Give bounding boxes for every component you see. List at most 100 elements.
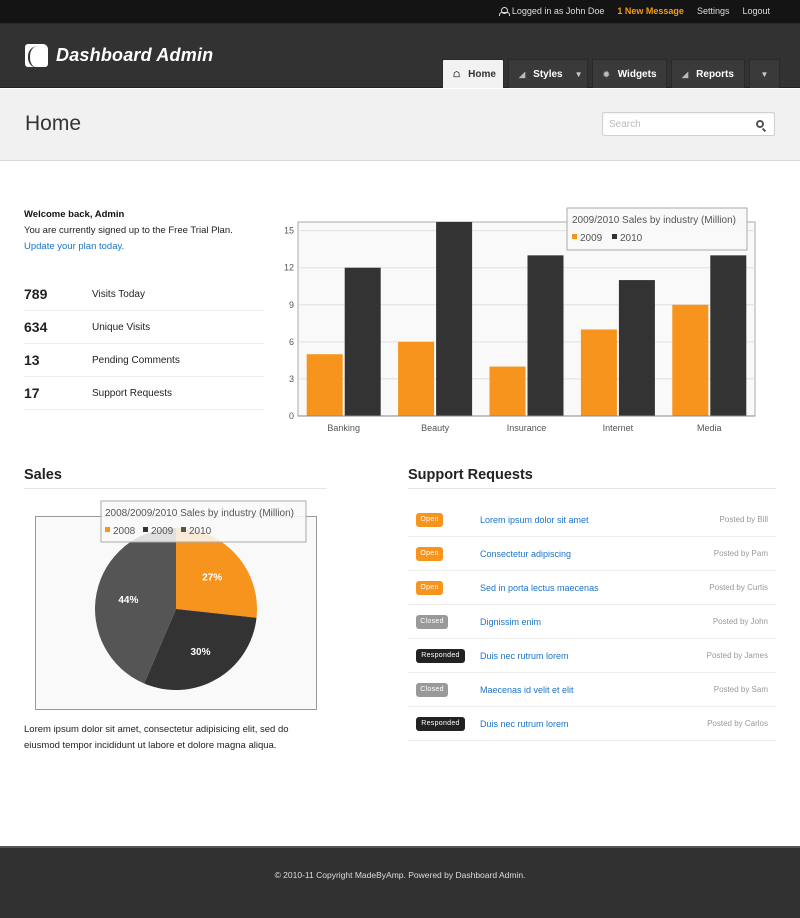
logged-in-status: Logged in as John Doe [498,6,605,16]
bar-2009-internet [580,329,617,416]
y-tick-label: 6 [289,337,294,347]
bar-2010-media [710,255,747,416]
stat-row: 13 Pending Comments [24,344,264,377]
logo[interactable]: Dashboard Admin [25,44,213,67]
request-link[interactable]: Lorem ipsum dolor sit amet [480,515,589,525]
posted-by: Posted by Curtis [709,583,768,592]
request-link[interactable]: Sed in porta lectus maecenas [480,583,599,593]
bar-2010-insurance [527,255,564,416]
plan-text: You are currently signed up to the Free … [24,225,233,236]
logo-icon [25,44,48,67]
welcome-title: Welcome back, Admin [24,209,125,220]
legend-label: 2010 [620,233,643,244]
request-link[interactable]: Consectetur adipiscing [480,549,571,559]
user-links: Logged in as John Doe 1 New Message Sett… [498,6,770,16]
support-request-row: Closed Dignissim enim Posted by John [408,605,776,639]
x-tick-label: Insurance [507,423,547,433]
stat-label: Unique Visits [92,321,151,333]
tab-reports[interactable]: ◢ Reports [671,59,745,88]
request-link[interactable]: Duis nec rutrum lorem [480,719,569,729]
sales-divider [24,488,327,489]
search-icon[interactable] [756,120,764,128]
y-tick-label: 0 [289,411,294,421]
tab-home[interactable]: ☖ Home [442,59,504,88]
support-request-row: Responded Duis nec rutrum lorem Posted by … [408,707,776,741]
posted-by: Posted by Sam [713,685,768,694]
y-tick-label: 3 [289,374,294,384]
stat-value: 13 [24,352,40,368]
stat-value: 17 [24,385,40,401]
search-box [602,112,775,136]
header: Dashboard Admin ☖ Home ◢ Styles ▼ ✹ Widg… [0,24,800,88]
posted-by: Posted by John [712,617,768,626]
x-tick-label: Media [697,423,722,433]
pie-slice-label: 27% [202,573,222,584]
chart-icon: ◢ [682,69,689,79]
request-link[interactable]: Dignissim enim [480,617,541,627]
search-input[interactable] [609,117,749,132]
status-badge: Closed [416,614,448,629]
request-link[interactable]: Duis nec rutrum lorem [480,651,569,661]
chevron-down-icon: ▼ [574,69,583,79]
stat-label: Support Requests [92,387,173,399]
chart-title: 2009/2010 Sales by industry (Million) [572,215,736,226]
x-tick-label: Beauty [421,423,450,433]
new-message-link[interactable]: 1 New Message [617,6,684,16]
stat-value: 634 [24,319,48,335]
tab-more[interactable]: ▼ [749,59,780,88]
bar-chart: 0 3 6 9 12 15 Banking Beauty Insurance Internet Me… [284,207,756,433]
main-nav: ☖ Home ◢ Styles ▼ ✹ Widgets ◢ Reports ▼ [442,59,780,88]
status-badge: Open [416,512,443,527]
pie-legend-swatch-2010 [181,527,186,532]
stat-row: 634 Unique Visits [24,311,264,344]
settings-link[interactable]: Settings [697,6,730,16]
support-request-row: Closed Maecenas id velit et elit Posted by… [408,673,776,707]
bar-2009-beauty [398,341,435,416]
stat-row: 17 Support Requests [24,377,264,410]
bar-2009-insurance [489,366,526,416]
tab-widgets[interactable]: ✹ Widgets [592,59,667,88]
logged-in-text: Logged in as John Doe [511,6,605,16]
request-link[interactable]: Maecenas id velit et elit [480,685,574,695]
bar-2009-media [672,304,709,416]
legend-swatch-2010 [612,234,617,239]
legend-swatch-2009 [572,234,577,239]
posted-by: Posted by James [706,651,768,660]
pie-legend-swatch-2009 [143,527,148,532]
y-tick-label: 12 [284,263,294,273]
pie-title: 2008/2009/2010 Sales by industry (Millio… [105,508,294,519]
stat-row: 789 Visits Today [24,278,264,311]
status-badge: Open [416,580,443,595]
pie-slice-label: 44% [118,595,138,606]
page-title: Home [25,112,82,135]
support-heading: Support Requests [408,467,533,483]
pie-chart: 27% 30% 44% 2008/2009/2010 Sales by industr… [35,500,317,710]
update-plan-link[interactable]: Update your plan today. [24,241,124,252]
home-icon: ☖ [453,69,461,79]
logout-link[interactable]: Logout [742,6,770,16]
support-request-row: Open Lorem ipsum dolor sit amet Posted by … [408,503,776,537]
tab-reports-label: Reports [696,68,734,80]
support-request-row: Open Consectetur adipiscing Posted by Pam [408,537,776,571]
support-list: Open Lorem ipsum dolor sit amet Posted by … [408,503,776,741]
bar-2009-banking [306,354,343,416]
top-bar: Logged in as John Doe 1 New Message Sett… [0,0,800,24]
stats-list: 789 Visits Today 634 Unique Visits 13 Pe… [24,278,264,410]
bar-2010-beauty [436,222,473,416]
posted-by: Posted by Carlos [707,719,768,728]
stat-value: 789 [24,286,48,302]
brush-icon: ◢ [519,69,526,79]
support-divider [408,488,776,489]
tab-styles[interactable]: ◢ Styles ▼ [508,59,588,88]
y-tick-label: 15 [284,226,294,236]
copyright: © 2010-11 Copyright MadeByAmp. Powered b… [274,870,526,880]
welcome-panel: Welcome back, Admin You are currently si… [24,207,233,255]
user-icon [498,6,510,16]
stat-label: Visits Today [92,288,145,300]
bar-2010-internet [618,280,655,416]
pie-legend-label: 2008 [113,526,136,537]
pie-legend: 2008/2009/2010 Sales by industry (Millio… [100,500,307,543]
tab-widgets-label: Widgets [617,68,657,80]
bar-2010-banking [344,267,381,416]
y-tick-label: 9 [289,300,294,310]
